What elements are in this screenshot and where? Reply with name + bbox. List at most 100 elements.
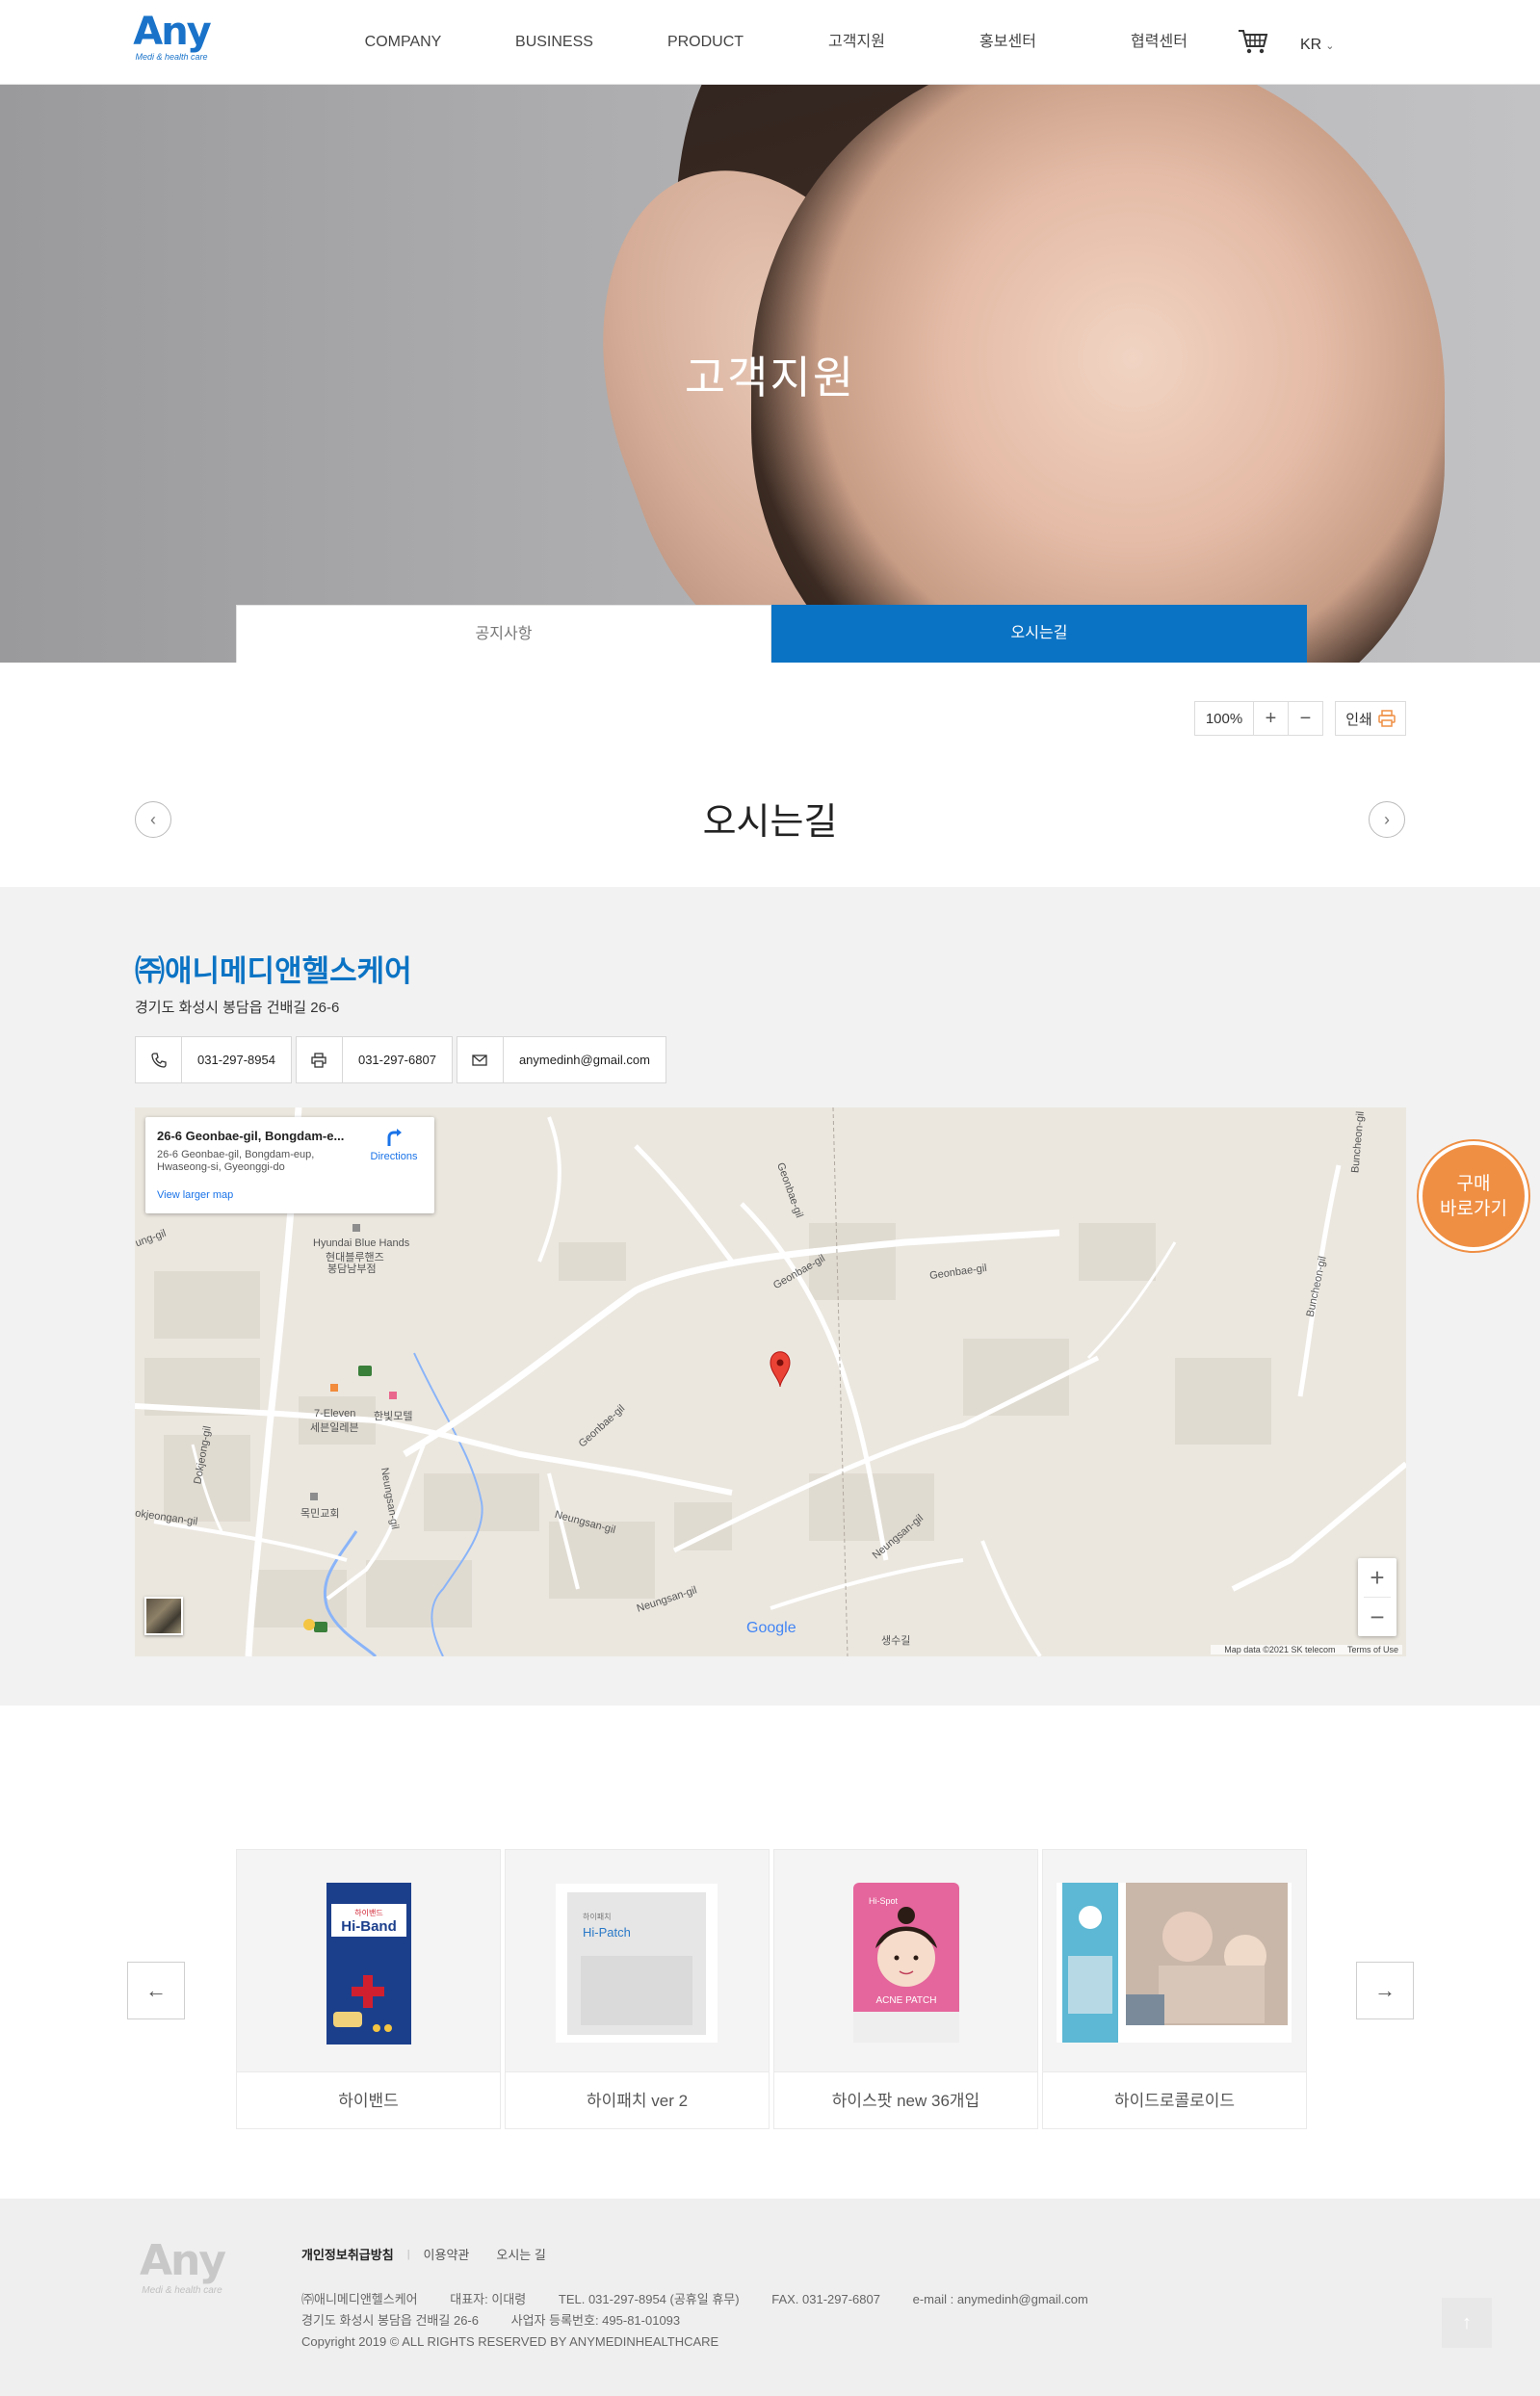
product-card[interactable]: 하이드로콜로이드	[1042, 1849, 1307, 2129]
product-carousel: 하이밴드 Hi-Band 하이밴드 하이패치 Hi-Patch 하이패치 ver…	[236, 1849, 1307, 2129]
footer-logo-subtext: Medi & health care	[142, 2285, 222, 2296]
zoom-in-button[interactable]: +	[1254, 701, 1289, 736]
contact-phone[interactable]: 031-297-8954	[135, 1036, 292, 1083]
hi-spot-brand-text: Hi-Spot	[869, 1896, 899, 1906]
cart-icon[interactable]	[1237, 27, 1269, 56]
map-label-seven-ko: 세븐일레븐	[310, 1422, 359, 1434]
footer-tel: TEL. 031-297-8954 (공휴일 휴무)	[558, 2292, 740, 2306]
products-prev-button[interactable]: ←	[127, 1962, 185, 2019]
arrow-up-icon: ↑	[1462, 2311, 1472, 2333]
footer-email: e-mail : anymedinh@gmail.com	[912, 2292, 1088, 2306]
chevron-down-icon: ⌄	[1325, 40, 1335, 52]
site-footer: Any Medi & health care 개인정보취급방침 | 이용약관 오…	[0, 2199, 1540, 2396]
footer-address: 경기도 화성시 봉담읍 건배길 26-6	[301, 2313, 479, 2328]
language-label: KR	[1300, 37, 1322, 53]
fax-icon	[297, 1037, 343, 1082]
chevron-right-icon: ›	[1384, 809, 1390, 829]
buy-now-badge[interactable]: 구매 바로가기	[1419, 1141, 1528, 1251]
footer-copyright: Copyright 2019 © ALL RIGHTS RESERVED BY …	[301, 2334, 719, 2349]
hi-spot-package: Hi-Spot ACNE PATCH	[853, 1883, 959, 2043]
map-zoom-in-button[interactable]: +	[1358, 1558, 1396, 1597]
google-logo-text: Google	[746, 1620, 796, 1636]
company-address: 경기도 화성시 봉담읍 건배길 26-6	[135, 1000, 340, 1016]
nav-business[interactable]: BUSINESS	[479, 0, 630, 85]
map-data-credit: Map data ©2021 SK telecom	[1224, 1645, 1336, 1654]
map-card-address: 26-6 Geonbae-gil, Bongdam-eup, Hwaseong-…	[157, 1149, 315, 1173]
nav-product[interactable]: PRODUCT	[630, 0, 781, 85]
nav-company[interactable]: COMPANY	[327, 0, 479, 85]
fax-number: 031-297-6807	[357, 1053, 436, 1067]
sub-tabs: 공지사항 오시는길	[236, 605, 1307, 663]
contact-list: 031-297-8954 031-297-6807 anymedinh@gmai…	[135, 1036, 666, 1083]
contact-email[interactable]: anymedinh@gmail.com	[456, 1036, 666, 1083]
google-logo: Google	[746, 1620, 796, 1637]
print-label: 인쇄	[1345, 711, 1372, 728]
nav-customer-support[interactable]: 고객지원	[781, 0, 932, 85]
tab-directions[interactable]: 오시는길	[771, 605, 1307, 663]
footer-links: 개인정보취급방침 | 이용약관 오시는 길	[301, 2245, 546, 2263]
products-next-button[interactable]: →	[1356, 1962, 1414, 2019]
hi-band-ko-text: 하이밴드	[354, 1908, 382, 1917]
product-name: 하이패치 ver 2	[506, 2071, 769, 2129]
logo-subtext: Medi & health care	[135, 52, 208, 62]
footer-biz-no: 사업자 등록번호: 495-81-01093	[510, 2313, 681, 2328]
map-terms-link[interactable]: Terms of Use	[1347, 1645, 1398, 1654]
map-footer: Map data ©2021 SK telecom Terms of Use	[1211, 1645, 1402, 1654]
product-card[interactable]: 하이밴드 Hi-Band 하이밴드	[236, 1849, 501, 2129]
company-name: ㈜애니메디앤헬스케어	[135, 954, 412, 988]
logo-text: Any	[133, 10, 212, 54]
zoom-level: 100%	[1194, 701, 1254, 736]
tab-notice[interactable]: 공지사항	[236, 605, 771, 663]
directions-link[interactable]: 오시는 길	[496, 2245, 545, 2263]
arrow-left-icon: ←	[145, 1978, 167, 2002]
satellite-toggle[interactable]	[144, 1597, 183, 1635]
language-selector[interactable]: KR ⌄	[1300, 37, 1334, 54]
footer-logo[interactable]: Any Medi & health care	[132, 2236, 232, 2297]
arrow-right-icon: →	[1374, 1978, 1396, 2002]
hi-patch-brand-text: Hi-Patch	[583, 1925, 631, 1940]
directions-icon	[387, 1129, 402, 1146]
print-button[interactable]: 인쇄	[1335, 701, 1406, 736]
terms-link[interactable]: 이용약관	[424, 2245, 470, 2263]
hi-spot-sub-text: ACNE PATCH	[876, 1995, 937, 2006]
map-label-church: 목민교회	[300, 1508, 340, 1520]
product-name: 하이밴드	[237, 2071, 500, 2129]
privacy-policy-link[interactable]: 개인정보취급방침	[301, 2245, 394, 2263]
map-card-title: 26-6 Geonbae-gil, Bongdam-e...	[157, 1129, 345, 1143]
nav-pr-center[interactable]: 홍보센터	[932, 0, 1083, 85]
site-logo[interactable]: Any Medi & health care	[132, 10, 212, 71]
email-address: anymedinh@gmail.com	[518, 1053, 650, 1067]
buy-badge-line2: 바로가기	[1440, 1199, 1507, 1219]
footer-info-line2: 경기도 화성시 봉담읍 건배길 26-6 사업자 등록번호: 495-81-01…	[301, 2310, 1117, 2331]
footer-info: ㈜애니메디앤헬스케어 대표자: 이대령 TEL. 031-297-8954 (공…	[301, 2289, 1117, 2353]
site-header: Any Medi & health care COMPANY BUSINESS …	[0, 0, 1540, 85]
footer-logo-text: Any	[139, 2236, 226, 2285]
hi-band-brand-text: Hi-Band	[341, 1918, 397, 1935]
next-page-arrow[interactable]: ›	[1369, 801, 1405, 838]
footer-divider: |	[406, 2248, 410, 2260]
product-name: 하이드로콜로이드	[1043, 2071, 1306, 2129]
map-zoom-controls: + −	[1358, 1558, 1396, 1636]
hero-title: 고객지원	[684, 352, 856, 403]
product-card[interactable]: Hi-Spot ACNE PATCH 하이스팟 new 36개입	[773, 1849, 1038, 2129]
map-label-hyundai-ko2: 봉담남부점	[327, 1263, 377, 1275]
hi-patch-ko-text: 하이패치	[583, 1912, 611, 1921]
phone-number: 031-297-8954	[197, 1053, 275, 1067]
zoom-out-button[interactable]: −	[1289, 701, 1323, 736]
google-map[interactable]: Hyundai Blue Hands 현대블루핸즈 봉담남부점 7-Eleven…	[135, 1107, 1406, 1656]
map-zoom-out-button[interactable]: −	[1358, 1598, 1396, 1636]
map-label-hyundai: Hyundai Blue Hands	[313, 1237, 410, 1249]
footer-company: ㈜애니메디앤헬스케어	[301, 2292, 418, 2306]
product-image: 하이밴드 Hi-Band	[237, 1850, 500, 2071]
footer-fax: FAX. 031-297-6807	[771, 2292, 880, 2306]
nav-partner-center[interactable]: 협력센터	[1083, 0, 1235, 85]
view-larger-map-link[interactable]: View larger map	[157, 1189, 233, 1201]
product-card[interactable]: 하이패치 Hi-Patch 하이패치 ver 2	[505, 1849, 770, 2129]
contact-fax[interactable]: 031-297-6807	[295, 1036, 453, 1083]
footer-ceo: 대표자: 이대령	[450, 2292, 527, 2306]
product-image: Hi-Spot ACNE PATCH	[774, 1850, 1037, 2071]
hero-banner: 고객지원	[0, 85, 1540, 663]
directions-button[interactable]: Directions	[363, 1127, 425, 1162]
scroll-to-top-button[interactable]: ↑	[1442, 2298, 1492, 2348]
directions-label: Directions	[370, 1151, 418, 1162]
